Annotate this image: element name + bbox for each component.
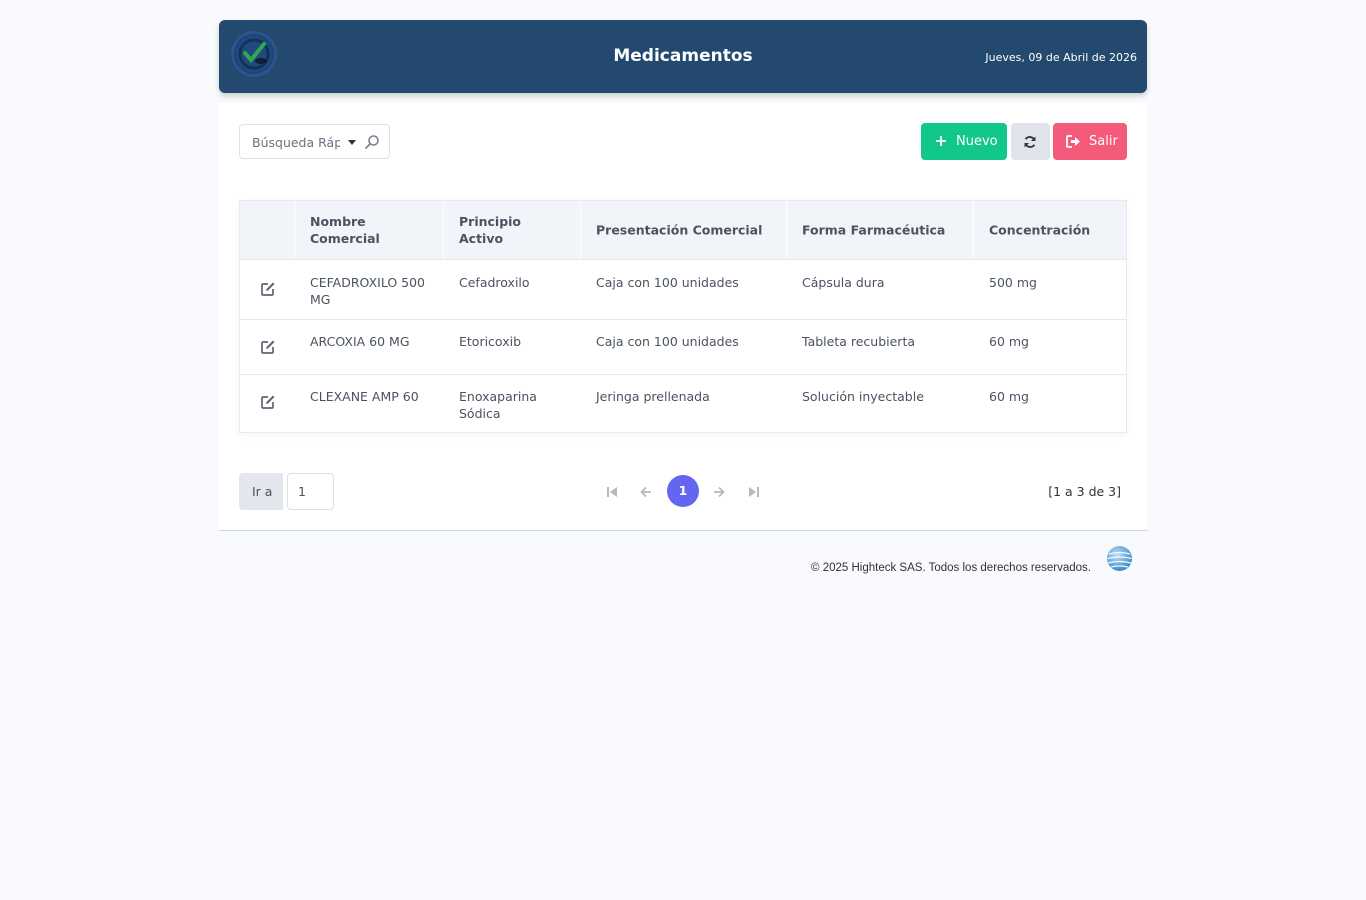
cell-presentacion: Caja con 100 unidades: [596, 334, 739, 349]
page-header: Medicamentos Jueves, 09 de Abril de 2026: [219, 20, 1147, 93]
previous-page-icon[interactable]: [640, 486, 652, 498]
table-row: CEFADROXILO 500 MG Cefadroxilo Caja con …: [240, 259, 1126, 319]
medicines-table: Nombre Comercial Principio Activo Presen…: [239, 200, 1127, 433]
cell-concentracion: 500 mg: [989, 275, 1037, 290]
new-button[interactable]: Nuevo: [921, 123, 1007, 160]
first-page-icon[interactable]: [606, 486, 618, 498]
sign-out-icon: [1066, 135, 1080, 148]
table-header: Nombre Comercial Principio Activo Presen…: [240, 201, 1126, 259]
cell-forma: Solución inyectable: [802, 389, 924, 404]
column-header-principio[interactable]: Principio Activo: [444, 201, 581, 259]
refresh-icon: [1024, 136, 1036, 148]
edit-icon[interactable]: [260, 281, 276, 297]
next-page-icon[interactable]: [713, 486, 725, 498]
plus-icon: [936, 136, 946, 146]
cell-presentacion: Caja con 100 unidades: [596, 275, 739, 290]
column-header-concentracion[interactable]: Concentración: [974, 201, 1126, 259]
last-page-icon[interactable]: [748, 486, 760, 498]
edit-icon[interactable]: [260, 394, 276, 410]
cell-presentacion: Jeringa prellenada: [596, 389, 710, 404]
quick-search-select[interactable]: Búsqueda Rápic: [239, 124, 390, 159]
cell-concentracion: 60 mg: [989, 334, 1029, 349]
column-header-actions: [240, 201, 295, 259]
copyright-text: © 2025 Highteck SAS. Todos los derechos …: [811, 562, 1091, 574]
exit-button-label: Salir: [1089, 134, 1118, 149]
records-range: [1 a 3 de 3]: [1044, 484, 1125, 499]
cell-nombre: ARCOXIA 60 MG: [310, 334, 410, 349]
column-header-nombre[interactable]: Nombre Comercial: [295, 201, 444, 259]
table-row: CLEXANE AMP 60 Enoxaparina Sódica Jering…: [240, 374, 1126, 432]
refresh-button[interactable]: [1011, 123, 1050, 160]
goto-label: Ir a: [239, 473, 283, 510]
column-header-presentacion[interactable]: Presentación Comercial: [581, 201, 787, 259]
new-button-label: Nuevo: [956, 134, 998, 149]
goto-page-input[interactable]: 1: [287, 473, 334, 510]
edit-icon[interactable]: [260, 339, 276, 355]
globe-icon: [1107, 546, 1132, 571]
search-placeholder: Búsqueda Rápic: [252, 135, 340, 150]
current-date: Jueves, 09 de Abril de 2026: [985, 51, 1137, 64]
cell-nombre: CEFADROXILO 500 MG: [310, 275, 426, 307]
column-header-forma[interactable]: Forma Farmacéutica: [787, 201, 974, 259]
cell-principio: Enoxaparina Sódica: [459, 389, 537, 421]
content-panel: Búsqueda Rápic Nuevo Salir Nombre: [219, 103, 1147, 531]
cell-forma: Tableta recubierta: [802, 334, 916, 349]
caret-down-icon[interactable]: [348, 140, 356, 145]
cell-nombre: CLEXANE AMP 60: [310, 389, 419, 404]
cell-principio: Etoricoxib: [459, 334, 521, 349]
current-page-button[interactable]: 1: [667, 475, 699, 507]
exit-button[interactable]: Salir: [1053, 123, 1127, 160]
search-icon[interactable]: [364, 134, 380, 150]
table-row: ARCOXIA 60 MG Etoricoxib Caja con 100 un…: [240, 319, 1126, 374]
cell-concentracion: 60 mg: [989, 389, 1029, 404]
cell-forma: Cápsula dura: [802, 275, 885, 290]
cell-principio: Cefadroxilo: [459, 275, 530, 290]
